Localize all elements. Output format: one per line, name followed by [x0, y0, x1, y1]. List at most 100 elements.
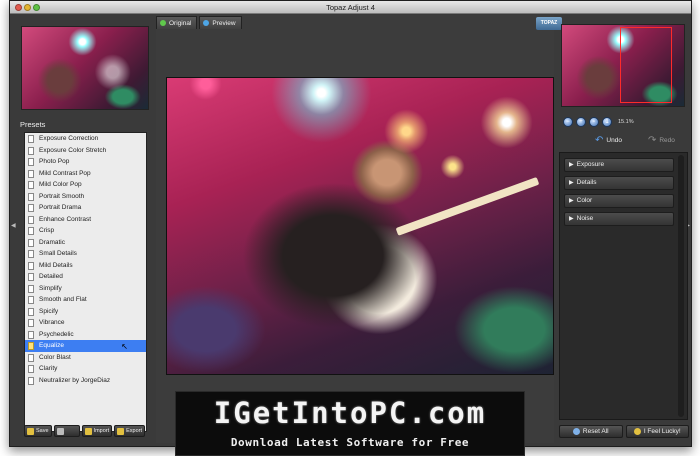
preset-label: Dramatic	[39, 238, 66, 246]
tab-preview[interactable]: Preview	[199, 16, 242, 29]
delete-preset-button[interactable]	[53, 425, 80, 437]
preset-label: Small Details	[39, 250, 77, 257]
reset-all-button[interactable]: Reset All	[559, 425, 623, 438]
preset-item[interactable]: Exposure Correction	[25, 133, 146, 145]
preset-label: Exposure Color Stretch	[39, 146, 107, 154]
preset-label: Psychedelic	[39, 330, 74, 338]
preset-list[interactable]: Exposure Correction Exposure Color Stretc…	[24, 132, 147, 432]
redo-arrow-icon: ↷	[647, 135, 657, 146]
right-panel: − + ▫ 1 15.1% ↶ Undo ↷ Redo ▶ Exposure ▶ D…	[559, 17, 690, 442]
preset-item[interactable]: Simplify	[25, 283, 146, 295]
preset-doc-icon	[28, 158, 34, 166]
view-tabs: Original Preview	[156, 16, 242, 29]
preset-item[interactable]: Crisp	[25, 225, 146, 237]
feel-lucky-button[interactable]: I Feel Lucky!	[625, 425, 689, 438]
preset-label: Portrait Smooth	[39, 192, 85, 200]
watermark-banner: IGetIntoPC.com Download Latest Software …	[175, 391, 525, 456]
zoom-window-button[interactable]	[33, 4, 40, 11]
preset-doc-icon	[28, 227, 34, 235]
preset-label: Detailed	[39, 273, 63, 280]
preset-doc-icon	[28, 273, 34, 281]
preset-item[interactable]: Mild Color Pop	[25, 179, 146, 191]
preset-item[interactable]: Photo Pop	[25, 156, 146, 168]
preset-label: Smooth and Flat	[39, 296, 87, 303]
preset-doc-icon	[28, 319, 34, 327]
expand-triangle-icon: ▶	[569, 216, 574, 222]
section-noise[interactable]: ▶ Noise	[564, 212, 674, 226]
undo-arrow-icon: ↶	[595, 135, 604, 146]
zoom-out-icon[interactable]: −	[563, 117, 573, 127]
tab-original[interactable]: Original	[156, 16, 198, 29]
save-preset-button[interactable]: Save	[24, 425, 52, 437]
app-window: Topaz Adjust 4 ◀ ▶ Presets Exposure Corr…	[9, 0, 692, 447]
collapse-left-panel-icon[interactable]: ◀	[11, 222, 16, 229]
original-dot-icon	[160, 20, 166, 26]
section-color[interactable]: ▶ Color	[564, 194, 674, 208]
section-exposure[interactable]: ▶ Exposure	[564, 158, 674, 172]
preset-doc-icon	[28, 307, 34, 316]
original-thumbnail	[21, 26, 149, 110]
zoom-actual-icon[interactable]: 1	[602, 117, 612, 127]
section-details[interactable]: ▶ Details	[564, 176, 674, 190]
preset-item[interactable]: Portrait Smooth	[25, 191, 146, 203]
preset-toolbar: Save Import Export	[24, 425, 159, 437]
preview-image[interactable]	[166, 77, 554, 375]
preset-label: Vibrance	[39, 319, 65, 326]
dice-icon	[633, 428, 641, 435]
preset-item[interactable]: Equalize ↖	[25, 340, 146, 352]
preset-item[interactable]: Smooth and Flat	[25, 294, 146, 306]
preset-item[interactable]: Spicify	[25, 306, 146, 318]
left-panel: Presets Exposure Correction Exposure Colo…	[20, 17, 160, 442]
preset-label: Clarity	[39, 365, 58, 372]
zoom-controls: − + ▫ 1 15.1%	[563, 117, 634, 127]
minimize-window-button[interactable]	[24, 4, 31, 11]
preset-doc-icon	[28, 376, 34, 385]
watermark-subtitle: Download Latest Software for Free	[230, 436, 470, 449]
trash-icon	[56, 427, 64, 435]
preset-doc-icon	[28, 284, 34, 293]
preset-item[interactable]: Psychedelic	[25, 329, 146, 341]
preset-label: Color Blast	[39, 353, 71, 361]
preset-label: Photo Pop	[39, 158, 70, 165]
preset-doc-icon	[28, 330, 34, 339]
right-toolbar: Reset All I Feel Lucky!	[559, 425, 689, 438]
history-controls: ↶ Undo ↷ Redo	[595, 135, 675, 146]
adjustment-panel: ▶ Exposure ▶ Details ▶ Color ▶ Noise	[559, 152, 688, 420]
preset-item[interactable]: Neutralizer by JorgeDiaz	[25, 375, 146, 387]
preset-item[interactable]: Detailed	[25, 271, 146, 283]
undo-button[interactable]: ↶ Undo	[595, 135, 622, 146]
preset-item[interactable]: Dramatic	[25, 237, 146, 249]
preset-label: Mild Contrast Pop	[39, 169, 91, 177]
preset-item[interactable]: Small Details	[25, 248, 146, 260]
reset-icon	[572, 428, 580, 435]
preset-item[interactable]: Vibrance	[25, 317, 146, 329]
preset-label: Exposure Correction	[39, 135, 99, 142]
preset-item[interactable]: Color Blast	[25, 352, 146, 364]
adjustment-scrollbar[interactable]	[678, 155, 684, 417]
navigator-view-rect[interactable]	[620, 27, 672, 103]
preset-doc-icon	[28, 250, 34, 258]
preset-item[interactable]: Mild Details	[25, 260, 146, 272]
preset-item[interactable]: Exposure Color Stretch	[25, 145, 146, 157]
preset-doc-icon	[28, 215, 34, 224]
preset-label: Portrait Drama	[39, 204, 82, 211]
preset-label: Neutralizer by JorgeDiaz	[39, 376, 111, 384]
export-preset-button[interactable]: Export	[114, 425, 146, 437]
preset-doc-icon	[28, 342, 34, 350]
preset-item[interactable]: Enhance Contrast	[25, 214, 146, 226]
redo-button[interactable]: ↷ Redo	[648, 135, 675, 146]
zoom-fit-icon[interactable]: ▫	[589, 117, 599, 127]
import-preset-button[interactable]: Import	[81, 425, 113, 437]
preset-doc-icon	[28, 238, 34, 247]
preset-label: Crisp	[39, 227, 55, 234]
preset-label: Spicify	[39, 307, 59, 315]
preset-item[interactable]: Clarity	[25, 363, 146, 375]
preset-item[interactable]: Mild Contrast Pop	[25, 168, 146, 180]
preset-item[interactable]: Portrait Drama	[25, 202, 146, 214]
preset-doc-icon	[28, 353, 34, 362]
zoom-in-icon[interactable]: +	[576, 117, 586, 127]
navigator-thumbnail[interactable]	[561, 24, 685, 107]
close-window-button[interactable]	[15, 4, 22, 11]
preset-doc-icon	[28, 135, 34, 143]
preview-dot-icon	[203, 20, 210, 26]
